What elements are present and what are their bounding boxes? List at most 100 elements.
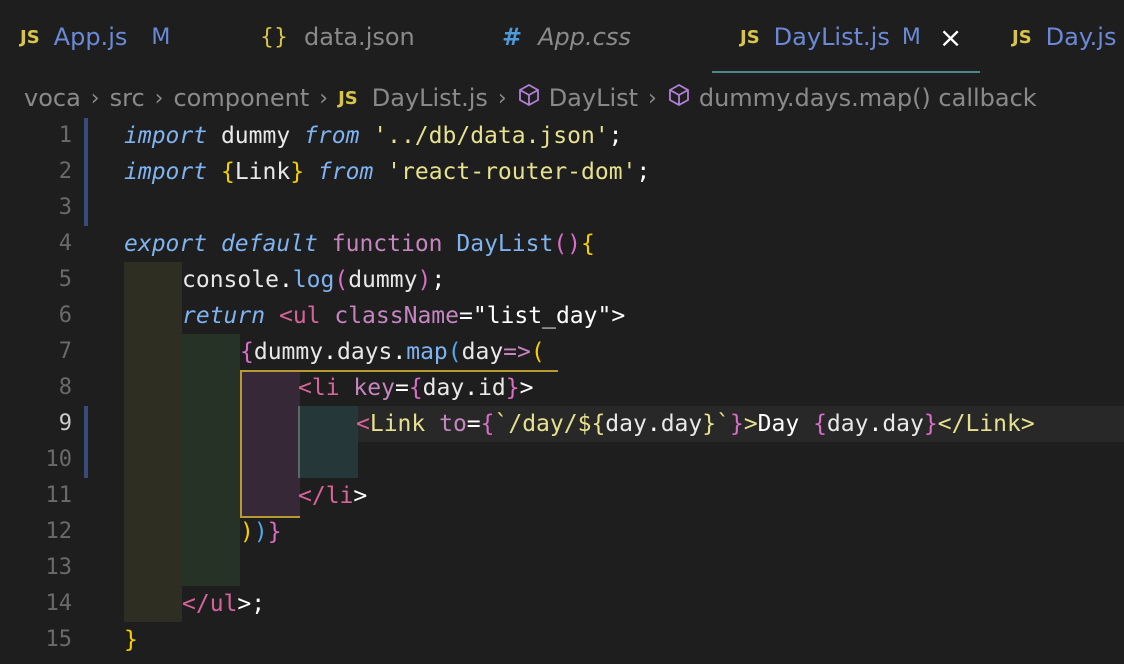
jsx-text: Day [757, 411, 814, 437]
punctuation: . [323, 339, 337, 365]
tab-app-css[interactable]: # App.css [502, 0, 631, 74]
breadcrumb-item[interactable]: voca [24, 84, 81, 112]
tag-bracket: </ [298, 483, 326, 509]
code-line[interactable]: </li> [298, 478, 367, 514]
tag-bracket: > [743, 411, 758, 437]
chevron-right-icon: › [154, 85, 164, 111]
identifier: day [422, 375, 465, 401]
punctuation: . [464, 375, 479, 401]
tag-bracket: > [237, 591, 252, 617]
breadcrumb-file[interactable]: DayList.js [372, 84, 488, 112]
identifier: day [461, 339, 504, 365]
code-line[interactable]: import {Link} from 'react-router-dom'; [124, 154, 650, 190]
bracket: { [408, 375, 423, 401]
breadcrumb-symbol[interactable]: DayList [549, 84, 638, 112]
tag-bracket: < [278, 303, 293, 329]
keyword: export [124, 231, 208, 257]
line-number: 15 [45, 627, 73, 652]
punctuation: . [646, 411, 661, 437]
code-line[interactable]: <Link to={`/day/${day.day}`}>Day {day.da… [356, 406, 1035, 442]
bracket: { [220, 159, 235, 185]
breadcrumb-item[interactable]: src [110, 84, 145, 112]
tag: li [325, 483, 354, 509]
chevron-right-icon: › [648, 85, 657, 111]
keyword: from [317, 159, 374, 185]
punctuation: = [459, 303, 473, 329]
method: log [292, 267, 335, 293]
tag-bracket: < [356, 411, 370, 437]
line-number: 14 [45, 591, 73, 616]
cube-icon [517, 83, 541, 113]
punctuation: . [392, 339, 407, 365]
code-line[interactable]: import dummy from '../db/data.json'; [124, 118, 623, 154]
bracket: { [240, 339, 254, 365]
chevron-right-icon: › [319, 85, 329, 111]
bracket: { [581, 231, 595, 257]
string: "list_day" [472, 303, 612, 329]
method: map [406, 339, 448, 365]
bracket: () [553, 231, 582, 257]
tag-bracket: > [519, 375, 534, 401]
indent-guide [298, 406, 358, 478]
bracket: ( [447, 339, 462, 365]
bracket: ( [334, 267, 349, 293]
keyword: default [220, 231, 318, 257]
chevron-right-icon: › [497, 85, 507, 111]
tab-app-js[interactable]: JS App.js M [20, 0, 170, 74]
tag-bracket: > [353, 483, 368, 509]
line-number: 7 [58, 339, 72, 364]
punctuation: ; [431, 267, 446, 293]
tag: ul [209, 591, 238, 617]
code-editor[interactable]: 1 2 3 4 5 6 7 8 9 10 11 12 13 14 15 impo… [0, 118, 1124, 664]
tag: li [311, 375, 340, 401]
js-file-icon: JS [740, 26, 760, 48]
git-change-marker[interactable] [84, 406, 88, 478]
line-number: 12 [45, 519, 73, 544]
bracket: } [505, 375, 520, 401]
identifier: day [660, 411, 703, 437]
code-line[interactable]: console.log(dummy); [182, 262, 445, 298]
code-line[interactable]: <li key={day.id}> [298, 370, 534, 406]
chevron-right-icon: › [90, 85, 100, 111]
identifier: dummy [207, 123, 305, 149]
line-number: 5 [58, 267, 72, 292]
bracket: } [124, 627, 138, 653]
code-line[interactable]: </ul>; [182, 586, 265, 622]
modified-indicator: M [901, 24, 921, 50]
code-line[interactable]: return <ul className="list_day"> [182, 298, 625, 334]
tab-data-json[interactable]: {} data.json [260, 0, 415, 74]
indent-guide [240, 370, 300, 518]
punctuation: . [278, 267, 293, 293]
tag: ul [292, 303, 321, 329]
identifier: dummy [348, 267, 418, 293]
css-file-icon: # [502, 23, 523, 51]
identifier: Link [234, 159, 291, 185]
keyword: from [304, 123, 360, 149]
close-icon[interactable]: × [939, 21, 962, 54]
punctuation: = [466, 411, 481, 437]
code-line[interactable]: } [124, 622, 138, 658]
line-number: 3 [58, 195, 72, 220]
active-tab-indicator [712, 71, 980, 73]
code-line[interactable]: export default function DayList(){ [124, 226, 595, 262]
breadcrumb-item[interactable]: component [173, 84, 309, 112]
tab-day-js[interactable]: JS Day.js [1012, 0, 1116, 74]
indent-guide [182, 334, 240, 586]
keyword: import [124, 123, 208, 149]
cube-icon [667, 83, 691, 113]
code-line[interactable]: ))} [240, 514, 282, 550]
git-change-marker[interactable] [84, 118, 88, 226]
keyword: import [124, 159, 208, 185]
line-number: 13 [45, 555, 73, 580]
tab-daylist-js[interactable]: JS DayList.js M × [740, 0, 962, 74]
string: '../db/data.json' [359, 123, 609, 149]
breadcrumb-callback[interactable]: dummy.days.map() callback [699, 84, 1037, 112]
bracket: ) [417, 267, 432, 293]
tag-bracket: </ [182, 591, 210, 617]
code-line[interactable]: {dummy.days.map(day=>( [240, 334, 545, 370]
tab-label: data.json [304, 23, 415, 51]
punctuation: ; [636, 159, 651, 185]
